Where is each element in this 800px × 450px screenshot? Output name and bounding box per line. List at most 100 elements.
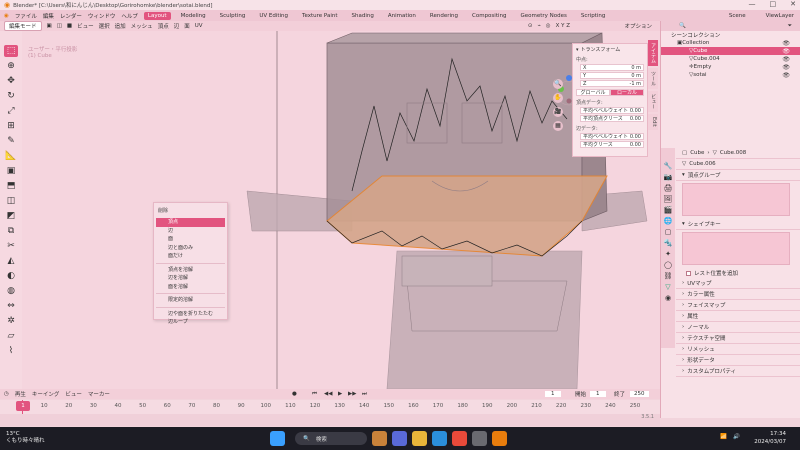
perspective-grid-icon[interactable]: ▦ xyxy=(553,121,563,131)
snap-icon[interactable]: ⌁ xyxy=(537,23,540,29)
wifi-icon[interactable]: 📶 xyxy=(720,434,727,440)
app-icon[interactable] xyxy=(472,431,487,446)
timeline-track[interactable] xyxy=(0,414,660,426)
zoom-icon[interactable]: 🔍 xyxy=(553,79,563,89)
scale-icon[interactable]: ⤢ xyxy=(4,105,18,117)
vertex-groups-list[interactable] xyxy=(682,183,790,216)
texture-space-section[interactable]: › テクスチャ空間 xyxy=(676,333,800,344)
volume-icon[interactable]: 🔊 xyxy=(733,434,740,440)
menu-file[interactable]: ファイル xyxy=(15,12,37,20)
jump-end-icon[interactable]: ⏭ xyxy=(362,391,367,398)
edge-select-mode-icon[interactable]: ◫ xyxy=(57,23,62,29)
face-select-mode-icon[interactable]: ■ xyxy=(67,23,72,29)
uv-maps-section[interactable]: › UVマップ xyxy=(676,278,800,289)
blender-menu-icon[interactable]: ◉ xyxy=(4,13,9,19)
tab-item[interactable]: アイテム xyxy=(648,40,658,66)
shape-keys-section[interactable]: ▾ シェイプキー xyxy=(676,219,800,230)
collapse-chevron-icon[interactable]: ▾ xyxy=(576,47,579,53)
edge-crease-field[interactable]: 平均クリース 0.00 xyxy=(580,141,644,148)
knife-icon[interactable]: ✂ xyxy=(4,240,18,252)
move-icon[interactable]: ✥ xyxy=(4,75,18,87)
tab-view[interactable]: ビュー xyxy=(648,91,658,112)
workspace-tab-animation[interactable]: Animation xyxy=(384,12,420,20)
vertex-crease-field[interactable]: 平均頂点クリース 0.00 xyxy=(580,115,644,122)
dissolve-faces-item[interactable]: 面を溶解 xyxy=(156,283,225,292)
tab-edit[interactable]: Edit xyxy=(648,114,658,130)
shape-keys-list[interactable] xyxy=(682,232,790,265)
select-menu[interactable]: 選択 xyxy=(99,22,110,30)
workspace-tab-layout[interactable]: Layout xyxy=(143,11,171,20)
timeline-editor-icon[interactable]: ◷ xyxy=(4,391,9,397)
current-frame-field[interactable]: 1 xyxy=(545,391,561,397)
render-props-icon[interactable]: 📷 xyxy=(664,173,673,181)
camera-view-icon[interactable]: 🎥 xyxy=(553,107,563,117)
shear-icon[interactable]: ▱ xyxy=(4,330,18,342)
delete-faces-item[interactable]: 面 xyxy=(156,235,225,244)
bevel-icon[interactable]: ◩ xyxy=(4,210,18,222)
face-menu[interactable]: 面 xyxy=(184,22,190,30)
constraints-props-icon[interactable]: ⛓ xyxy=(664,272,673,280)
collection-row[interactable]: ▣ Collection 👁 xyxy=(661,39,800,47)
eye-icon[interactable]: 👁 xyxy=(782,48,790,55)
rotate-icon[interactable]: ↻ xyxy=(4,90,18,102)
workspace-tab-texture-paint[interactable]: Texture Paint xyxy=(298,12,342,20)
spin-icon[interactable]: ◐ xyxy=(4,270,18,282)
dissolve-edges-item[interactable]: 辺を溶解 xyxy=(156,274,225,283)
remesh-section[interactable]: › リメッシュ xyxy=(676,344,800,355)
close-button[interactable]: ✕ xyxy=(790,0,796,8)
outliner-item-sotai[interactable]: ▽ sotai 👁 xyxy=(661,71,800,79)
app-icon[interactable] xyxy=(372,431,387,446)
timeline-ruler[interactable]: 1 10 20 30 40 50 60 70 80 90 100 110 120 130 140 150 16… xyxy=(0,400,660,426)
tool-props-icon[interactable]: 🔧 xyxy=(664,162,673,170)
data-props-icon[interactable]: ▽ xyxy=(665,283,670,291)
mesh-menu[interactable]: メッシュ xyxy=(131,22,153,30)
workspace-tab-scripting[interactable]: Scripting xyxy=(577,12,609,20)
edge-slide-icon[interactable]: ⇔ xyxy=(4,300,18,312)
world-props-icon[interactable]: 🌐 xyxy=(664,217,673,225)
limited-dissolve-item[interactable]: 限定的溶解 xyxy=(156,296,225,305)
eye-icon[interactable]: 👁 xyxy=(782,56,790,63)
scene-collection-row[interactable]: シーンコレクション xyxy=(661,31,800,39)
outliner-item-cube[interactable]: ▽ Cube 👁 xyxy=(661,47,800,55)
workspace-tab-shading[interactable]: Shading xyxy=(348,12,378,20)
median-x-field[interactable]: X0 m xyxy=(580,64,644,71)
view-menu[interactable]: ビュー xyxy=(77,22,94,30)
minimize-button[interactable]: — xyxy=(749,0,756,8)
edge-loops-item[interactable]: 辺ループ xyxy=(156,318,225,327)
options-menu[interactable]: オプション xyxy=(624,22,652,30)
menu-window[interactable]: ウィンドウ xyxy=(88,12,116,20)
transform-icon[interactable]: ⊞ xyxy=(4,120,18,132)
mirror-axes[interactable]: X Y Z xyxy=(556,23,570,29)
filter-icon[interactable]: ⏷ xyxy=(788,23,792,30)
physics-props-icon[interactable]: ◯ xyxy=(664,261,672,269)
end-frame-field[interactable]: 250 xyxy=(630,391,649,397)
clock[interactable]: 17:34 2024/03/07 xyxy=(754,430,786,446)
particles-props-icon[interactable]: ✦ xyxy=(665,250,671,258)
marker-menu[interactable]: マーカー xyxy=(88,390,110,398)
color-attributes-section[interactable]: › カラー属性 xyxy=(676,289,800,300)
proportional-edit-icon[interactable]: ◎ xyxy=(546,23,551,29)
keying-menu[interactable]: キーイング xyxy=(32,390,60,398)
local-toggle[interactable]: ローカル xyxy=(610,89,644,96)
smooth-icon[interactable]: ◍ xyxy=(4,285,18,297)
inset-icon[interactable]: ◫ xyxy=(4,195,18,207)
outliner-item-empty[interactable]: ✛ Empty 👁 xyxy=(661,63,800,71)
delete-vertices-item[interactable]: 頂点 xyxy=(156,218,225,227)
rest-position-checkbox[interactable]: レスト位置を追加 xyxy=(676,268,800,278)
eye-icon[interactable]: 👁 xyxy=(782,64,790,71)
edge-menu[interactable]: 辺 xyxy=(174,22,180,30)
app-icon[interactable] xyxy=(392,431,407,446)
select-icon[interactable]: ⬚ xyxy=(4,45,18,57)
workspace-tab-rendering[interactable]: Rendering xyxy=(426,12,462,20)
loopcut-icon[interactable]: ⧉ xyxy=(4,225,18,237)
app-icon[interactable] xyxy=(432,431,447,446)
output-props-icon[interactable]: 🖨 xyxy=(664,184,673,192)
workspace-tab-compositing[interactable]: Compositing xyxy=(468,12,510,20)
global-toggle[interactable]: グローバル xyxy=(576,89,610,96)
blender-icon[interactable] xyxy=(492,431,507,446)
prev-keyframe-icon[interactable]: ◀◀ xyxy=(324,391,332,397)
chrome-icon[interactable] xyxy=(452,431,467,446)
play-icon[interactable]: ▶ xyxy=(338,391,342,397)
measure-icon[interactable]: 📐 xyxy=(4,150,18,162)
maximize-button[interactable]: □ xyxy=(770,0,777,8)
